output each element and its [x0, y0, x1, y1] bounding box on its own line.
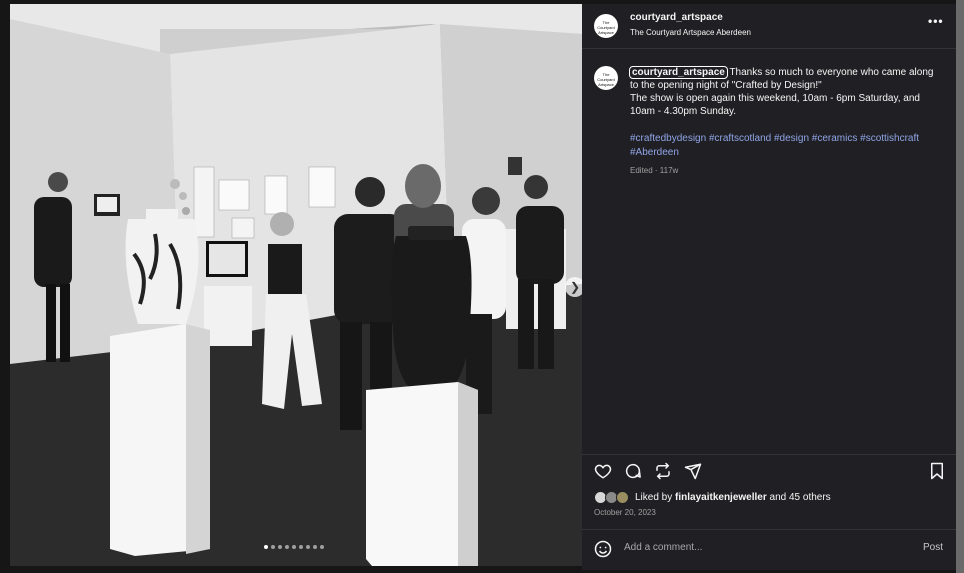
action-bar — [594, 462, 946, 480]
post-location[interactable]: The Courtyard Artspace Aberdeen — [630, 28, 751, 37]
carousel-dot[interactable] — [292, 545, 296, 549]
liked-by-text[interactable]: Liked by finlayaitkenjeweller and 45 oth… — [635, 492, 831, 503]
caption-username[interactable]: courtyard_artspace — [629, 66, 728, 79]
header-divider — [582, 48, 956, 49]
bookmark-icon[interactable] — [928, 462, 946, 480]
background-page-edge — [956, 0, 964, 573]
carousel-dot[interactable] — [306, 545, 310, 549]
carousel-dot[interactable] — [264, 545, 268, 549]
liked-by-prefix: Liked by — [635, 492, 676, 503]
comment-divider — [582, 529, 956, 530]
liked-by-suffix[interactable]: and 45 others — [767, 492, 831, 503]
actions-divider — [582, 454, 956, 455]
comment-bubble-icon[interactable] — [624, 462, 642, 480]
caption-text-2: The show is open again this weekend, 10a… — [630, 93, 920, 117]
carousel-dot[interactable] — [271, 545, 275, 549]
comment-input[interactable]: Add a comment... — [624, 542, 904, 553]
carousel-dot[interactable] — [278, 545, 282, 549]
caption-avatar[interactable]: The Courtyard Artspace — [594, 66, 618, 90]
carousel-dot[interactable] — [320, 545, 324, 549]
edited-timestamp: Edited · 117w — [630, 166, 679, 175]
caption-hashtags[interactable]: #craftedbydesign #craftscotland #design … — [630, 132, 930, 160]
emoji-icon[interactable] — [594, 540, 612, 558]
post-details-panel: The Courtyard Artspace courtyard_artspac… — [582, 4, 956, 570]
gallery-scene-image — [10, 4, 582, 566]
post-date[interactable]: October 20, 2023 — [594, 508, 656, 517]
post-caption: courtyard_artspace Thanks so much to eve… — [629, 66, 940, 118]
repost-icon[interactable] — [654, 462, 672, 480]
post-username[interactable]: courtyard_artspace — [630, 12, 723, 23]
post-photo[interactable]: ❯ — [10, 4, 582, 566]
liker-avatar — [616, 491, 629, 504]
more-horizontal-icon[interactable]: ••• — [928, 14, 944, 28]
carousel-dot[interactable] — [285, 545, 289, 549]
heart-icon[interactable] — [594, 462, 612, 480]
carousel-dot[interactable] — [313, 545, 317, 549]
avatar[interactable]: The Courtyard Artspace — [594, 14, 618, 38]
carousel-dot[interactable] — [299, 545, 303, 549]
liked-by-user[interactable]: finlayaitkenjeweller — [675, 492, 767, 503]
carousel-indicator — [264, 545, 324, 549]
post-comment-button[interactable]: Post — [923, 542, 943, 553]
chevron-right-icon[interactable]: ❯ — [565, 277, 582, 297]
send-icon[interactable] — [684, 462, 702, 480]
